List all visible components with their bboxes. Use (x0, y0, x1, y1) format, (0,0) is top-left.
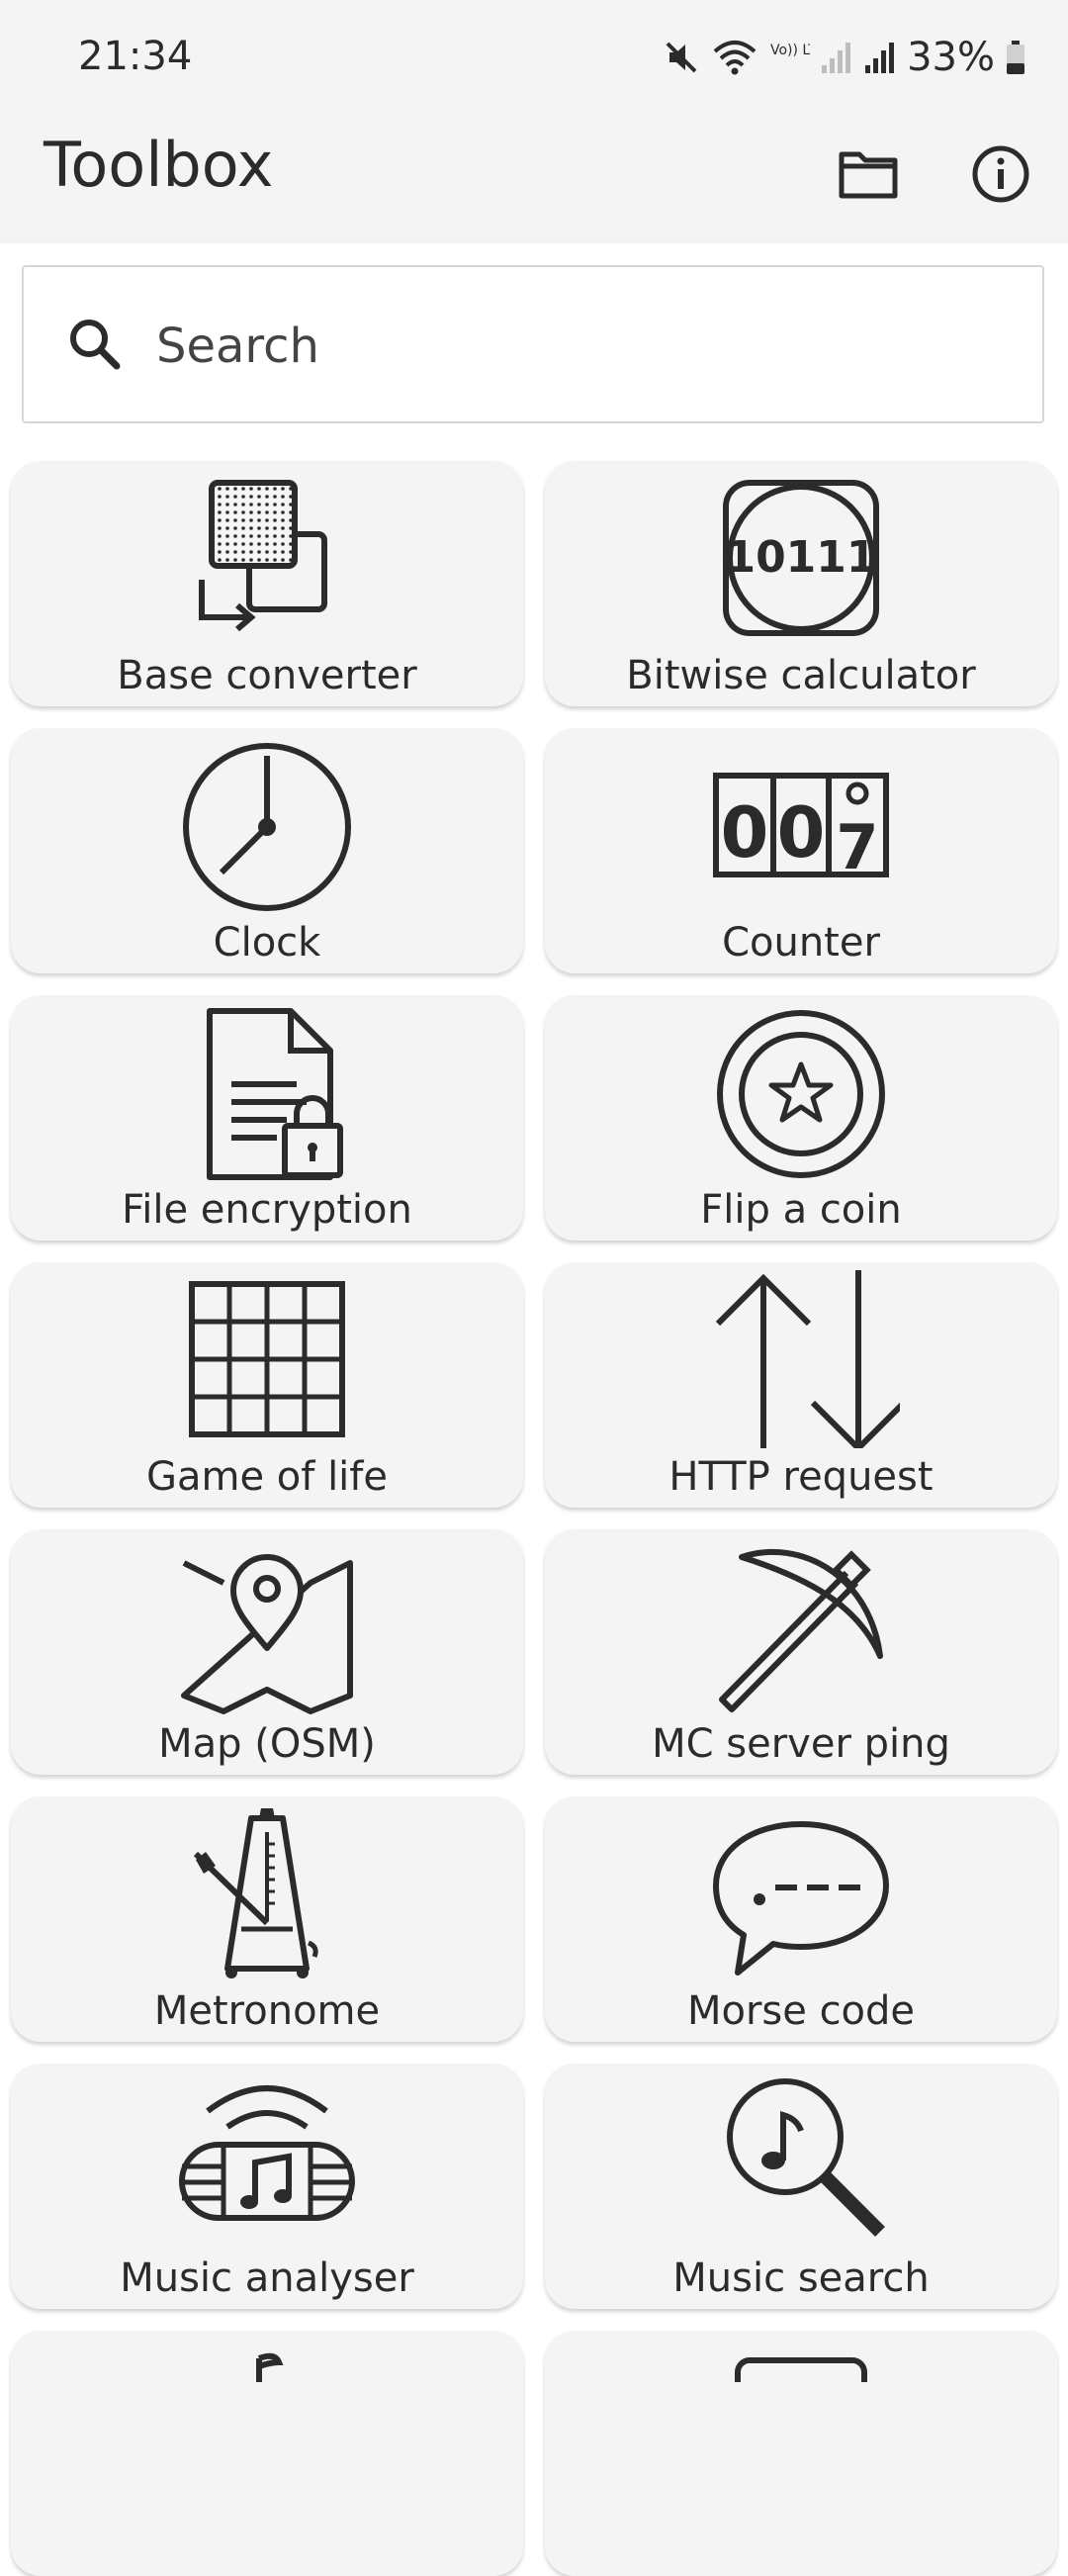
tool-label: Music search (672, 2255, 930, 2301)
tool-tile-clock[interactable]: Clock (11, 728, 523, 973)
tool-tile-metronome[interactable]: Metronome (11, 1796, 523, 2042)
info-button[interactable] (961, 135, 1040, 214)
tool-tile-music-analyser[interactable]: Music analyser (11, 2064, 523, 2309)
radio-music-icon (179, 2085, 355, 2221)
wifi-icon (713, 41, 756, 75)
file-lock-icon (207, 1008, 343, 1180)
music-search-icon (727, 2078, 885, 2237)
tool-tile-file-encryption[interactable]: File encryption (11, 995, 523, 1241)
status-time: 21:34 (78, 34, 193, 79)
tool-label: Music analyser (120, 2255, 414, 2301)
base-converter-icon (199, 480, 327, 632)
tool-tile-counter[interactable]: 0 0 7 Counter (545, 728, 1057, 973)
app-bar: Toolbox (0, 117, 1068, 243)
tool-tile-partial[interactable] (545, 2331, 1057, 2576)
tool-tile-http-request[interactable]: HTTP request (545, 1262, 1057, 1508)
tool-label: File encryption (122, 1187, 412, 1233)
battery-icon (1007, 41, 1024, 74)
tool-label: HTTP request (668, 1454, 934, 1500)
up-down-arrows-icon (715, 1270, 900, 1448)
bitwise-calculator-icon: 10111 (723, 480, 879, 636)
battery-percent: 33% (907, 35, 995, 80)
tool-tile-music-search[interactable]: Music search (545, 2064, 1057, 2309)
volte-label: Vo)) LTE1 (770, 43, 810, 58)
volte-icon: Vo)) LTE1 (770, 43, 810, 58)
tool-label: Clock (213, 920, 321, 966)
folder-button[interactable] (829, 135, 908, 214)
bitwise-icon-text: 10111 (725, 532, 876, 583)
tool-tile-mc-server-ping[interactable]: MC server ping (545, 1529, 1057, 1775)
tool-label: Metronome (153, 1988, 381, 2034)
pickaxe-icon (719, 1549, 883, 1712)
tool-tile-morse-code[interactable]: Morse code (545, 1796, 1057, 2042)
tool-label: Base converter (117, 653, 417, 698)
search-input[interactable] (154, 301, 1009, 392)
tool-label: Bitwise calculator (626, 653, 976, 698)
clock-icon (183, 743, 351, 911)
tool-label: Map (OSM) (158, 1721, 376, 1767)
partial-tool-icon (256, 2352, 284, 2382)
map-pin-icon (181, 1554, 353, 1714)
mute-icon (666, 42, 697, 73)
tool-label: Counter (722, 920, 880, 966)
info-icon (972, 145, 1029, 203)
tool-label: Flip a coin (700, 1187, 902, 1233)
grid-icon (189, 1281, 345, 1437)
tool-label: Game of life (146, 1454, 388, 1500)
tool-label: Morse code (686, 1988, 916, 2034)
search-box[interactable] (22, 265, 1044, 423)
speech-bubble-morse-icon (713, 1821, 889, 1976)
svg-text:0: 0 (777, 792, 826, 874)
app-title: Toolbox (44, 129, 274, 201)
signal-icon (822, 43, 851, 73)
tool-tile-flip-a-coin[interactable]: Flip a coin (545, 995, 1057, 1241)
status-bar: 21:34 Vo)) LTE1 33% (0, 0, 1068, 117)
counter-icon: 0 0 7 (713, 773, 889, 883)
coin-star-icon (717, 1010, 885, 1178)
partial-tool-icon (735, 2357, 867, 2382)
search-icon (70, 320, 121, 370)
tool-tile-partial[interactable] (11, 2331, 523, 2576)
tool-tile-map-osm[interactable]: Map (OSM) (11, 1529, 523, 1775)
svg-text:0: 0 (721, 792, 769, 874)
tool-label: MC server ping (652, 1721, 950, 1767)
tool-tile-game-of-life[interactable]: Game of life (11, 1262, 523, 1508)
folder-icon (839, 151, 898, 199)
tool-tile-base-converter[interactable]: Base converter (11, 461, 523, 706)
tool-tile-bitwise-calculator[interactable]: 10111 Bitwise calculator (545, 461, 1057, 706)
svg-text:7: 7 (836, 811, 878, 883)
metronome-icon (193, 1808, 318, 1978)
status-icons: Vo)) LTE1 33% (662, 30, 1026, 85)
signal-icon (865, 43, 895, 73)
